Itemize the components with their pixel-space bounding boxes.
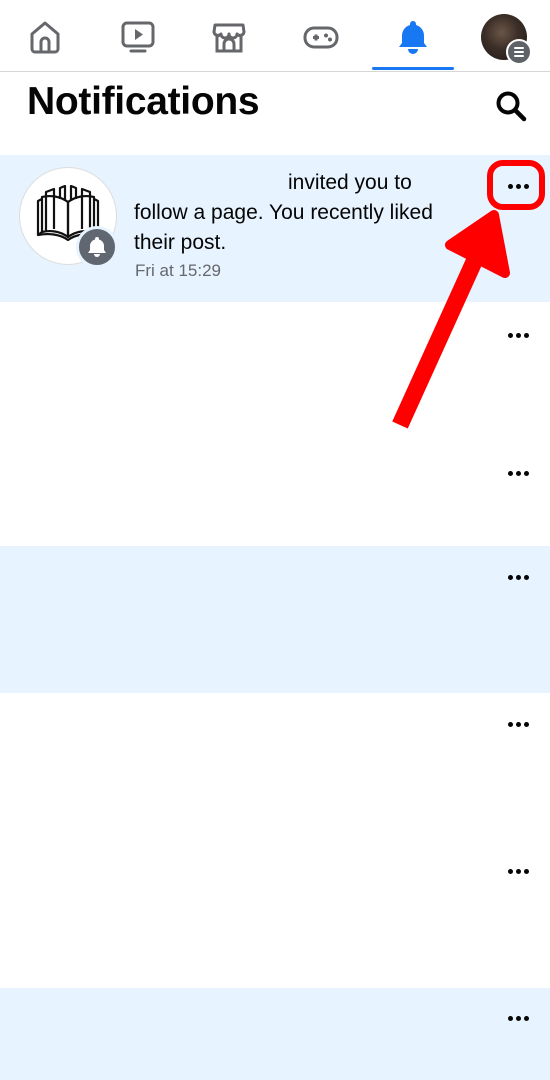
notification-item[interactable]: [0, 693, 550, 988]
top-nav-bar: [0, 0, 550, 72]
tab-home[interactable]: [13, 8, 77, 66]
tab-watch[interactable]: [106, 8, 170, 66]
more-options-button[interactable]: [498, 565, 538, 589]
more-options-button[interactable]: [498, 461, 538, 485]
marketplace-icon: [212, 23, 246, 53]
more-options-button[interactable]: [498, 859, 538, 883]
notification-text-line: invited you to: [288, 171, 412, 194]
active-tab-indicator: [372, 67, 454, 70]
arrow-icon: [392, 210, 510, 429]
tab-marketplace[interactable]: [197, 8, 261, 66]
gaming-icon: [303, 26, 339, 49]
home-icon: [30, 21, 60, 54]
search-icon[interactable]: [494, 89, 528, 123]
notification-type-badge: [76, 226, 118, 268]
highlight-circle: [487, 160, 545, 210]
menu-icon[interactable]: [506, 39, 532, 65]
tab-gaming[interactable]: [289, 8, 353, 66]
bell-icon: [88, 237, 106, 257]
video-icon: [121, 21, 155, 53]
more-options-button[interactable]: [498, 1006, 538, 1030]
notification-timestamp: Fri at 15:29: [135, 261, 221, 280]
more-options-button[interactable]: [498, 712, 538, 736]
bell-icon: [399, 21, 427, 54]
notification-item[interactable]: [0, 988, 550, 1080]
tab-notifications[interactable]: [381, 8, 445, 66]
notification-item[interactable]: [0, 546, 550, 693]
page-title: Notifications: [27, 80, 260, 123]
